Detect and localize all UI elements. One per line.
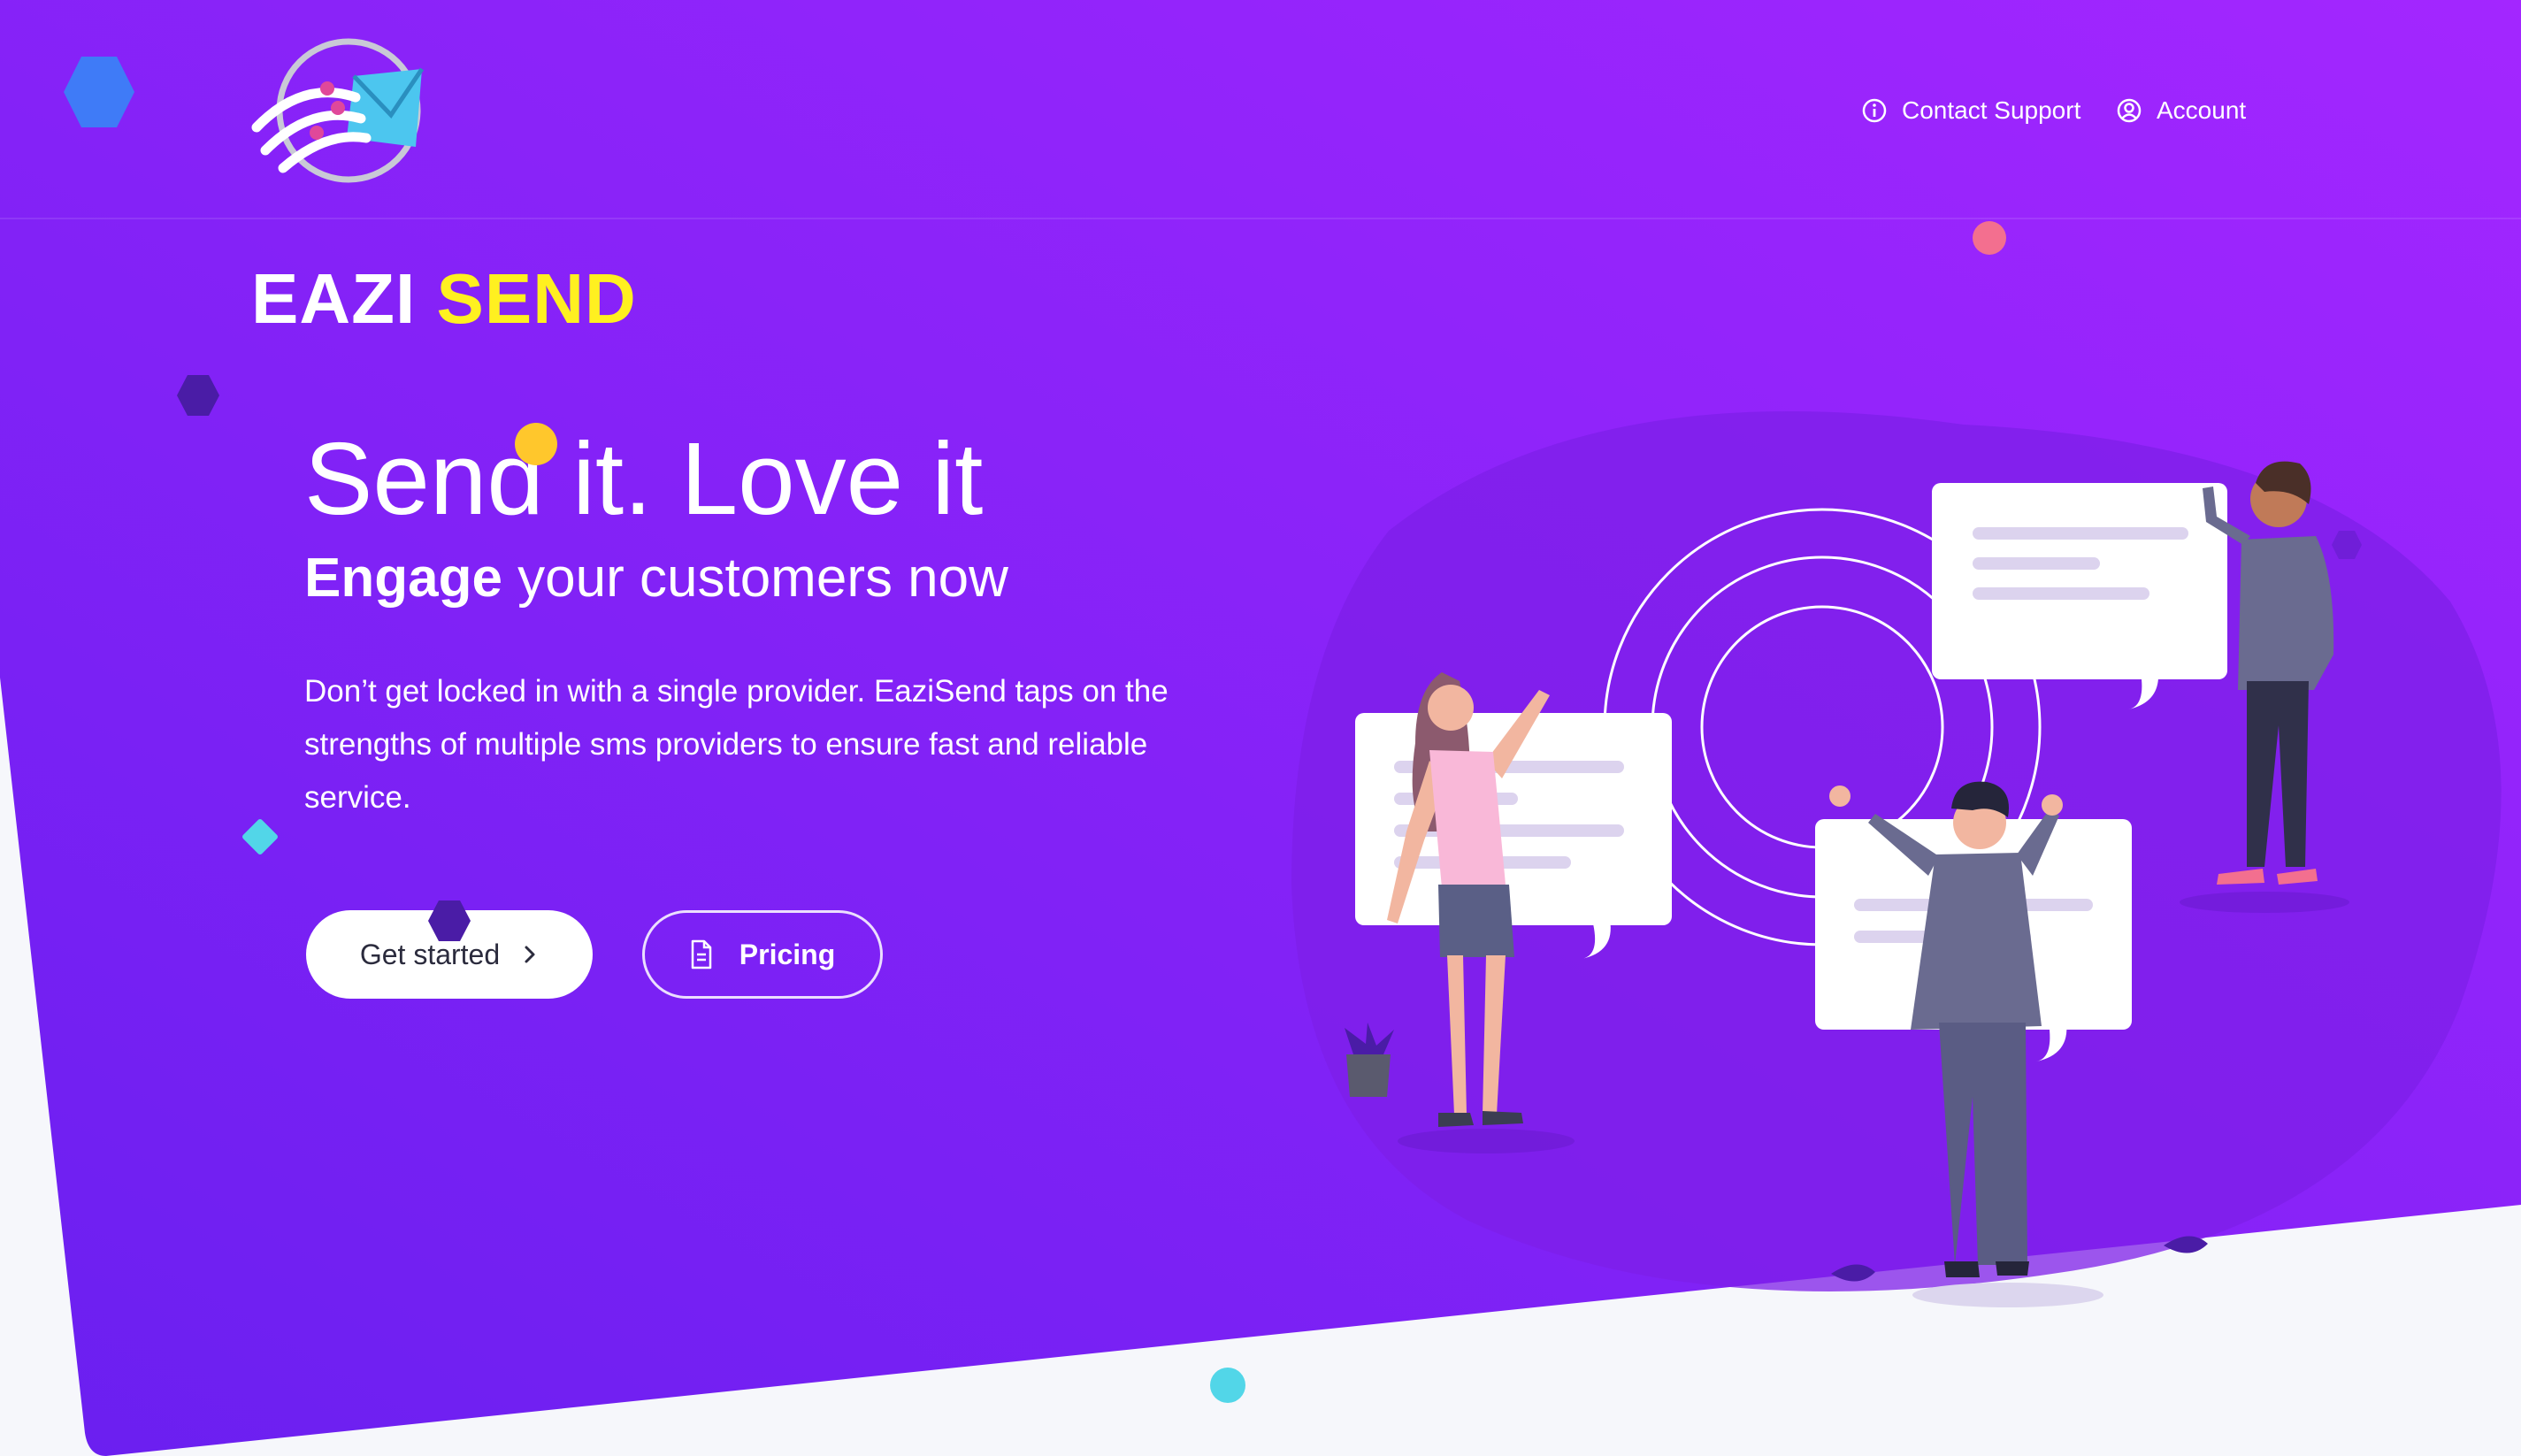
info-circle-icon	[1862, 98, 1887, 123]
account-link[interactable]: Account	[2116, 91, 2246, 130]
brand-word-send: SEND	[436, 259, 637, 338]
document-icon	[691, 939, 712, 969]
hero-illustration	[1291, 411, 2502, 1307]
bottom-hexagon-decoration	[428, 900, 471, 941]
subhead-rest: your customers now	[502, 548, 1008, 609]
hero-description: Don’t get locked in with a single provid…	[304, 674, 1169, 815]
blue-hexagon-decoration	[64, 57, 134, 127]
subhead-bold-word: Engage	[304, 548, 502, 609]
user-circle-icon	[2117, 98, 2142, 123]
cyan-diamond-decoration	[242, 819, 278, 854]
account-label: Account	[2157, 96, 2247, 124]
dark-hexagon-decoration	[177, 375, 219, 416]
cyan-dot-decoration	[1210, 1368, 1245, 1403]
hero-headline: Send it. Love it	[304, 421, 984, 536]
chat-bubble-top-right	[1932, 483, 2227, 709]
pink-dot-decoration	[1973, 221, 2006, 255]
pricing-button[interactable]: Pricing	[642, 910, 883, 999]
get-started-label: Get started	[359, 938, 501, 970]
brand-word-eazi: EAZI	[251, 259, 417, 338]
chevron-right-icon	[525, 946, 535, 963]
yellow-dot-decoration	[515, 423, 557, 465]
contact-support-label: Contact Support	[1902, 96, 2081, 124]
hero-subheadline: Engage your customers now	[304, 548, 1008, 609]
contact-support-link[interactable]: Contact Support	[1861, 91, 2080, 130]
envelope-comet-logo[interactable]	[249, 34, 435, 188]
top-navigation-bar: Contact Support Account	[0, 0, 2521, 219]
pricing-label: Pricing	[739, 938, 836, 970]
brand-wordmark: EAZI SEND	[251, 264, 637, 334]
